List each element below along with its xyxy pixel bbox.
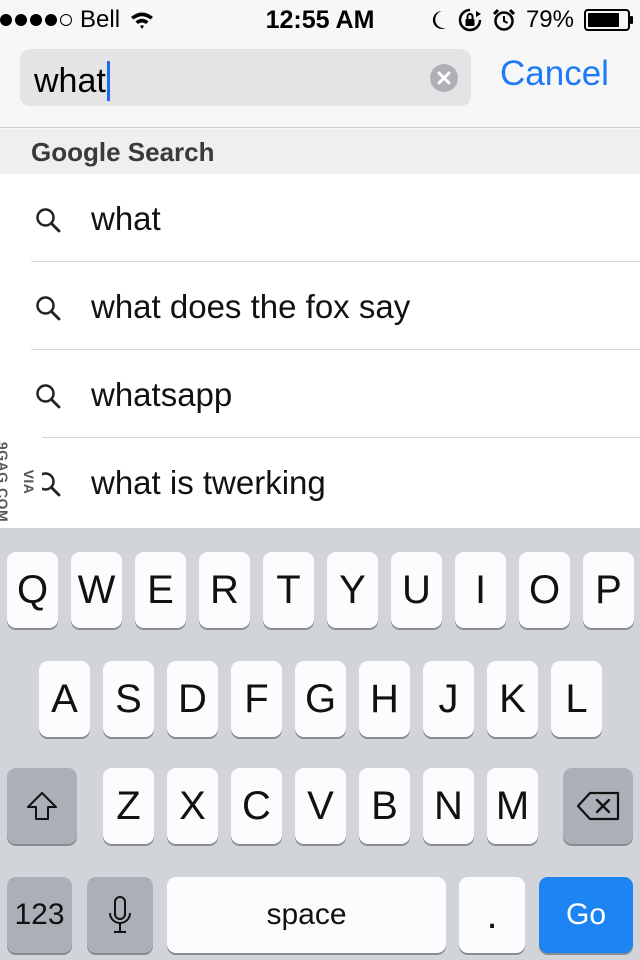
status-right: 79% (430, 6, 634, 34)
delete-icon (576, 791, 620, 821)
dictation-key[interactable] (87, 877, 153, 953)
magnifier-icon (36, 208, 61, 233)
key-c[interactable]: C (231, 768, 282, 844)
suggestion-item[interactable]: whatsapp (0, 350, 640, 438)
key-s[interactable]: S (103, 661, 154, 737)
space-key[interactable]: space (167, 877, 446, 953)
keyboard: 123 space . Go QWERTYUIOP ASDFGHJKL ZXCVBN… (0, 528, 640, 960)
section-header: Google Search (0, 129, 640, 174)
key-o[interactable]: O (519, 552, 570, 628)
key-q[interactable]: Q (7, 552, 58, 628)
key-k[interactable]: K (487, 661, 538, 737)
rotation-lock-icon (458, 8, 482, 32)
key-l[interactable]: L (551, 661, 602, 737)
period-key[interactable]: . (459, 877, 525, 953)
text-caret (106, 61, 110, 101)
numbers-key[interactable]: 123 (7, 877, 72, 953)
key-m[interactable]: M (487, 768, 538, 844)
key-a[interactable]: A (39, 661, 90, 737)
key-g[interactable]: G (295, 661, 346, 737)
clear-icon (437, 71, 451, 85)
key-n[interactable]: N (423, 768, 474, 844)
key-y[interactable]: Y (327, 552, 378, 628)
moon-icon (432, 10, 446, 29)
key-w[interactable]: W (71, 552, 122, 628)
key-b[interactable]: B (359, 768, 410, 844)
key-i[interactable]: I (455, 552, 506, 628)
key-e[interactable]: E (135, 552, 186, 628)
suggestion-text: whatsapp (91, 376, 233, 413)
key-d[interactable]: D (167, 661, 218, 737)
key-r[interactable]: R (199, 552, 250, 628)
key-t[interactable]: T (263, 552, 314, 628)
search-input[interactable]: what (20, 49, 471, 106)
key-h[interactable]: H (359, 661, 410, 737)
suggestion-item[interactable]: what does the fox say (0, 262, 640, 350)
shift-icon (27, 792, 57, 820)
battery-icon (584, 9, 633, 31)
go-key[interactable]: Go (539, 877, 633, 953)
suggestion-text: what (91, 200, 161, 237)
key-f[interactable]: F (231, 661, 282, 737)
clear-search-button[interactable] (430, 64, 458, 92)
watermark: VIA 9GAG.COM (0, 428, 42, 536)
suggestion-text: what does the fox say (91, 288, 411, 325)
suggestion-text: what is twerking (91, 464, 326, 501)
delete-key[interactable] (563, 768, 633, 844)
cancel-button[interactable]: Cancel (500, 54, 609, 94)
key-p[interactable]: P (583, 552, 634, 628)
section-title: Google Search (31, 137, 215, 167)
search-input-text[interactable]: what (34, 61, 110, 101)
watermark-text: VIA 9GAG.COM (0, 441, 37, 523)
key-u[interactable]: U (391, 552, 442, 628)
search-header: what Cancel (0, 40, 640, 128)
suggestion-item[interactable]: what is twerking (0, 438, 640, 526)
microphone-icon (109, 896, 131, 933)
status-bar: Bell 12:55 AM 79% (0, 0, 640, 40)
search-query: what (34, 62, 106, 100)
magnifier-icon (36, 296, 61, 321)
battery-percentage: 79% (525, 6, 574, 33)
key-j[interactable]: J (423, 661, 474, 737)
suggestion-list: what what does the fox say whatsapp what… (0, 174, 640, 528)
alarm-icon (492, 8, 516, 31)
magnifier-icon (36, 384, 61, 409)
key-x[interactable]: X (167, 768, 218, 844)
key-v[interactable]: V (295, 768, 346, 844)
key-z[interactable]: Z (103, 768, 154, 844)
suggestion-item[interactable]: what (0, 174, 640, 262)
shift-key[interactable] (7, 768, 77, 844)
